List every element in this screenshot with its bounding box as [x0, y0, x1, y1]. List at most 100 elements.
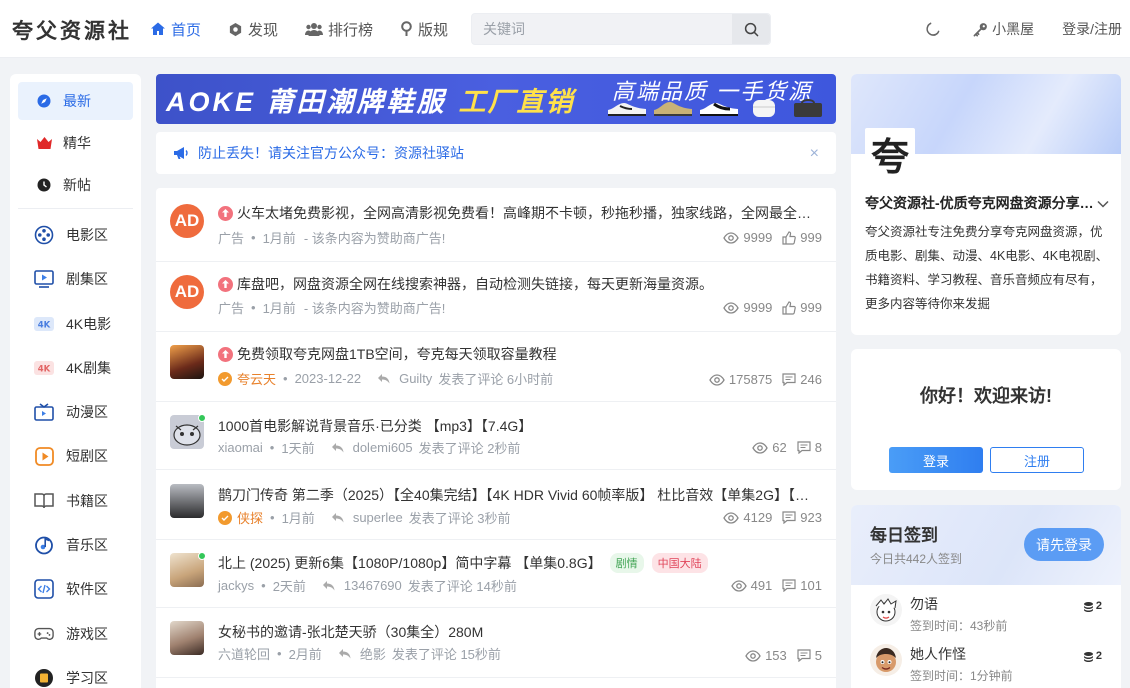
region-tag[interactable]: 中国大陆	[651, 553, 708, 573]
nav-home[interactable]: 首页	[150, 19, 201, 40]
checkin-title: 每日签到	[870, 526, 938, 545]
avatar[interactable]	[170, 484, 204, 518]
sidebar-item-software[interactable]: 软件区	[18, 569, 133, 609]
sidebar-item-music[interactable]: 音乐区	[18, 525, 133, 565]
study-icon	[34, 668, 54, 688]
post-meta: xiaomai • 1天前 dolemi605 发表了评论 2秒前	[218, 440, 521, 456]
replier-name[interactable]: superlee	[353, 510, 403, 525]
search-button[interactable]	[732, 14, 770, 44]
sidebar-item-new[interactable]: 新帖	[18, 166, 133, 204]
nav-discover[interactable]: 发现	[228, 19, 278, 40]
like-count[interactable]: 999	[782, 230, 822, 245]
list-item[interactable]: AD 火车太堵免费影视，全网高清影视免费看！高峰期不卡顿，秒拖秒播，独家线路，全…	[156, 188, 836, 262]
login-register-link[interactable]: 登录/注册	[1062, 19, 1122, 39]
post-author[interactable]: 侠探	[218, 508, 263, 527]
sneaker-image	[700, 102, 738, 116]
sidebar-item-label: 游戏区	[66, 625, 108, 642]
post-author[interactable]: 广告	[218, 298, 244, 317]
post-author[interactable]: jackys	[218, 578, 254, 593]
register-button[interactable]: 注册	[990, 447, 1084, 473]
sidebar-item-books[interactable]: 书籍区	[18, 481, 133, 521]
sidebar-item-latest[interactable]: 最新	[18, 82, 133, 120]
post-title[interactable]: 1000首电影解说背景音乐·已分类 【mp3】【7.4G】	[218, 416, 818, 436]
home-icon	[151, 22, 165, 35]
post-time: 1月前	[262, 231, 296, 246]
search-input[interactable]	[472, 14, 734, 44]
post-title[interactable]: 女秘书的邀请-张北楚天骄（30集全）280M	[218, 622, 818, 642]
post-author[interactable]: xiaomai	[218, 440, 263, 455]
sidebar-item-games[interactable]: 游戏区	[18, 614, 133, 654]
checkin-user[interactable]: 勿语 签到时间：43秒前 2	[870, 594, 1110, 634]
post-meta: 广告 • 1月前 - 该条内容为赞助商广告!	[218, 298, 446, 317]
pinned-icon	[218, 346, 233, 362]
comment-count[interactable]: 923	[782, 510, 822, 525]
comment-count[interactable]: 101	[782, 578, 822, 593]
list-item[interactable]: AD 库盘吧，网盘资源全网在线搜索神器，自动检测失链接，每天更新海量资源。 广告…	[156, 262, 836, 332]
post-title[interactable]: 鹊刀门传奇 第二季（2025）【全40集完结】【4K HDR Vivid 60帧…	[218, 485, 818, 505]
main-nav: 首页 发现 排行榜 版规	[150, 0, 475, 58]
list-item[interactable]: 1000首电影解说背景音乐·已分类 【mp3】【7.4G】 xiaomai • …	[156, 402, 836, 470]
avatar[interactable]: AD	[170, 275, 204, 309]
login-button[interactable]: 登录	[889, 447, 983, 473]
avatar[interactable]	[170, 345, 204, 379]
post-title[interactable]: 免费领取夸克网盘1TB空间，夸克每天领取容量教程	[218, 344, 818, 364]
nav-home-label: 首页	[171, 21, 202, 39]
list-item[interactable]: 女秘书的邀请-张北楚天骄（30集全）280M 六道轮回 • 2月前 绝影 发表了…	[156, 608, 836, 678]
nav-discover-label: 发现	[248, 21, 279, 39]
chevron-down-icon[interactable]	[1097, 195, 1109, 211]
avatar[interactable]: AD	[170, 204, 204, 238]
film-reel-icon	[34, 225, 54, 245]
dark-mode-toggle[interactable]	[925, 21, 941, 37]
replier-name[interactable]: dolemi605	[353, 440, 413, 455]
sidebar-item-label: 软件区	[66, 581, 108, 598]
book-icon	[34, 491, 54, 511]
sidebar-item-anime[interactable]: 动漫区	[18, 392, 133, 432]
banner-products	[606, 98, 836, 118]
close-icon[interactable]: ×	[810, 145, 819, 163]
post-author[interactable]: 夸云天	[218, 369, 276, 388]
sidebar-item-series[interactable]: 剧集区	[18, 259, 133, 299]
avatar[interactable]	[170, 621, 204, 655]
post-extra: - 该条内容为赞助商广告!	[303, 231, 446, 246]
genre-tag[interactable]: 剧情	[609, 553, 644, 573]
post-author[interactable]: 广告	[218, 228, 244, 247]
site-logo[interactable]: 夸父资源社	[12, 15, 132, 45]
site-avatar: 夸	[865, 128, 915, 179]
list-item[interactable]: 北上 (2025) 更新6集【1080P/1080p】简中字幕 【单集0.8G】…	[156, 540, 836, 608]
nav-rules[interactable]: 版规	[400, 19, 448, 40]
post-author[interactable]: 六道轮回	[218, 644, 270, 663]
comment-count[interactable]: 5	[797, 648, 822, 663]
checkin-user[interactable]: 她人作怪 签到时间：1分钟前 2	[870, 644, 1110, 684]
post-list: AD 火车太堵免费影视，全网高清影视免费看！高峰期不卡顿，秒拖秒播，独家线路，全…	[156, 188, 836, 688]
checkin-login-button[interactable]: 请先登录	[1024, 528, 1104, 561]
sidebar-item-shorts[interactable]: 短剧区	[18, 436, 133, 476]
blacklist-link[interactable]: 小黑屋	[973, 19, 1034, 39]
post-title[interactable]: 北上 (2025) 更新6集【1080P/1080p】简中字幕 【单集0.8G】…	[218, 553, 818, 573]
svg-text:4K: 4K	[38, 320, 51, 330]
replier-name[interactable]: Guilty	[399, 371, 432, 386]
list-item[interactable]: 鹊刀门传奇 第二季（2025）【全40集完结】【4K HDR Vivid 60帧…	[156, 470, 836, 540]
ad-banner[interactable]: AOKE 莆田潮牌鞋服 工厂直销 高端品质 一手货源	[156, 74, 836, 124]
replier-name[interactable]: 13467690	[344, 578, 402, 593]
sidebar-item-study[interactable]: 学习区	[18, 658, 133, 688]
sidebar-item-4k-series[interactable]: 4K 4K剧集	[18, 348, 133, 388]
like-count[interactable]: 999	[782, 300, 822, 315]
sidebar-item-label: 4K电影	[66, 315, 112, 332]
comment-count[interactable]: 246	[782, 372, 822, 387]
sidebar-item-movies[interactable]: 电影区	[18, 215, 133, 255]
nav-ranking[interactable]: 排行榜	[305, 19, 373, 40]
replier-name[interactable]: 绝影	[360, 644, 386, 663]
post-time: 2天前	[272, 579, 306, 594]
post-title[interactable]: 火车太堵免费影视，全网高清影视免费看！高峰期不卡顿，秒拖秒播，独家线路，全网最全…	[218, 203, 818, 223]
site-info-card: 夸 夸父资源社-优质夸克网盘资源分享社区 夸父资源社专注免费分享夸克网盘资源，优…	[851, 74, 1121, 335]
sidebar-item-featured[interactable]: 精华	[18, 124, 133, 162]
comment-count[interactable]: 8	[797, 440, 822, 455]
moon-icon	[926, 22, 940, 36]
megaphone-icon	[174, 147, 188, 159]
post-title[interactable]: 库盘吧，网盘资源全网在线搜索神器，自动检测失链接，每天更新海量资源。	[218, 274, 818, 294]
play-icon	[34, 446, 54, 466]
reply-action: 发表了评论 14秒前	[407, 579, 517, 594]
sidebar-item-label: 音乐区	[66, 537, 108, 554]
sidebar-item-4k-movies[interactable]: 4K 4K电影	[18, 304, 133, 344]
list-item[interactable]: 免费领取夸克网盘1TB空间，夸克每天领取容量教程 夸云天 • 2023-12-2…	[156, 332, 836, 402]
